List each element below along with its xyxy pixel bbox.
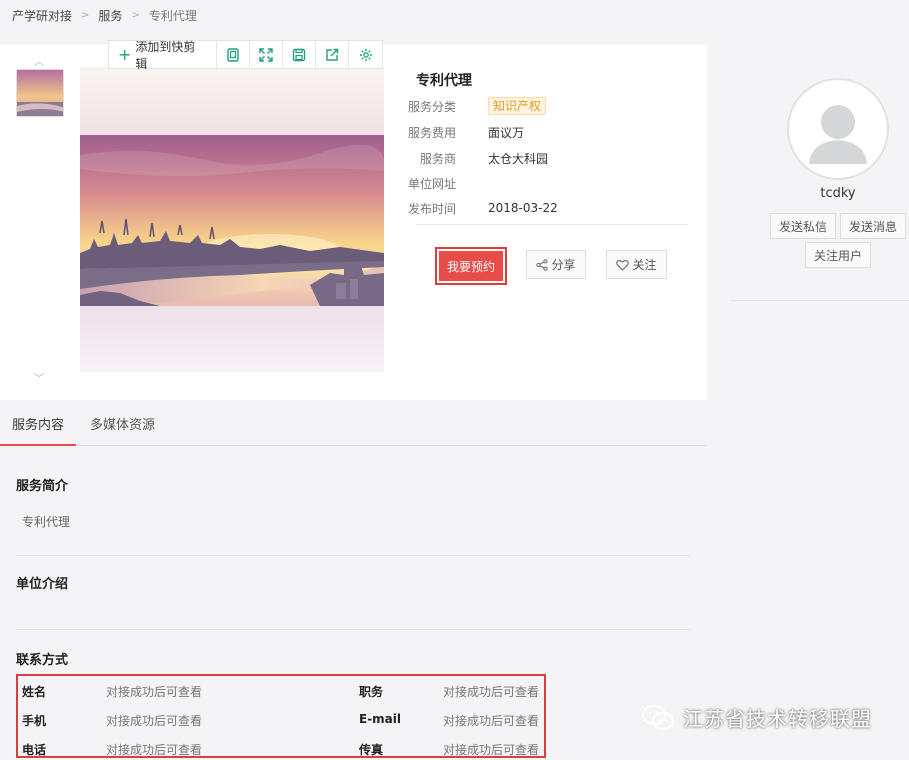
send-message-button[interactable]: 发送消息 xyxy=(840,213,906,239)
share-label: 分享 xyxy=(551,258,576,272)
book-button[interactable]: 我要预约 xyxy=(439,251,503,281)
add-to-clip-button[interactable]: + 添加到快剪辑 xyxy=(109,40,218,71)
breadcrumb-item-research[interactable]: 产学研对接 xyxy=(12,7,72,24)
watermark-text: 江苏省技术转移联盟 xyxy=(683,707,872,731)
info-row-date: 发布时间 2018-03-22 xyxy=(400,199,558,217)
info-row-provider: 服务商 太仓大科园 xyxy=(400,149,548,167)
service-photo xyxy=(80,67,384,372)
add-to-clip-label: 添加到快剪辑 xyxy=(135,39,196,71)
contact-position-value: 对接成功后可查看 xyxy=(443,685,540,699)
tab-multimedia[interactable]: 多媒体资源 xyxy=(78,405,167,446)
service-intro-title: 服务简介 xyxy=(16,479,69,494)
section-divider xyxy=(16,629,690,630)
wechat-watermark: 江苏省技术转移联盟 xyxy=(641,703,872,732)
thumbnail-scroll-up-icon[interactable]: ︿ xyxy=(32,56,46,67)
share-out-button[interactable] xyxy=(316,41,350,68)
follow-button[interactable]: 关注 xyxy=(606,250,667,279)
side-divider xyxy=(731,300,909,301)
publish-date-label: 发布时间 xyxy=(407,201,456,216)
harbor-city-image xyxy=(80,135,384,306)
tab-service-content[interactable]: 服务内容 xyxy=(0,405,77,446)
save-icon xyxy=(292,48,306,61)
user-name[interactable]: tcdky xyxy=(788,186,888,201)
fullscreen-button[interactable] xyxy=(250,41,284,68)
save-button[interactable] xyxy=(283,41,317,68)
fee-label: 服务费用 xyxy=(407,125,456,140)
settings-button[interactable] xyxy=(349,41,382,68)
category-tag[interactable]: 知识产权 xyxy=(488,97,547,115)
default-avatar-icon xyxy=(791,82,885,176)
breadcrumb-item-current: 专利代理 xyxy=(148,8,197,23)
contact-fax-value: 对接成功后可查看 xyxy=(443,743,540,757)
clip-toolbar: + 添加到快剪辑 xyxy=(108,40,383,71)
breadcrumb-item-services[interactable]: 服务 xyxy=(98,7,122,24)
provider-label: 服务商 xyxy=(419,151,456,166)
avatar[interactable] xyxy=(787,78,889,180)
contact-phone-value: 对接成功后可查看 xyxy=(106,743,203,757)
content-tabs: 服务内容 多媒体资源 xyxy=(0,405,707,446)
contact-email-value: 对接成功后可查看 xyxy=(443,714,540,728)
info-divider xyxy=(416,224,688,225)
thumbnail-image[interactable] xyxy=(16,69,64,117)
contact-mobile-value: 对接成功后可查看 xyxy=(106,714,203,728)
gear-icon xyxy=(359,48,372,61)
breadcrumb-separator: > xyxy=(131,9,140,21)
bookmark-icon xyxy=(227,47,239,62)
provider-value: 太仓大科园 xyxy=(488,151,549,166)
follow-user-button[interactable]: 关注用户 xyxy=(805,242,871,268)
contact-fax-label: 传真 xyxy=(359,743,384,757)
info-row-category: 服务分类 知识产权 xyxy=(400,97,547,115)
contact-name-label: 姓名 xyxy=(22,685,47,699)
service-intro-text: 专利代理 xyxy=(22,515,71,529)
category-label: 服务分类 xyxy=(407,99,456,114)
contact-title: 联系方式 xyxy=(16,653,69,668)
section-divider xyxy=(16,555,690,556)
contact-phone-label: 电话 xyxy=(22,743,47,757)
org-intro-title: 单位介绍 xyxy=(16,577,69,592)
thumbnail-scroll-down-icon[interactable]: ﹀ xyxy=(32,373,46,384)
contact-mobile-label: 手机 xyxy=(22,714,47,728)
info-row-website: 单位网址 xyxy=(400,174,488,192)
breadcrumb: 产学研对接 > 服务 > 专利代理 xyxy=(12,7,197,23)
fee-value: 面议万 xyxy=(488,125,525,140)
contact-name-value: 对接成功后可查看 xyxy=(106,685,203,699)
contact-position-label: 职务 xyxy=(359,685,384,699)
info-row-fee: 服务费用 面议万 xyxy=(400,123,524,141)
follow-label: 关注 xyxy=(632,258,657,272)
book-button-highlight: 我要预约 xyxy=(435,247,507,285)
wechat-icon xyxy=(642,704,674,730)
website-label: 单位网址 xyxy=(407,176,456,191)
share-button[interactable]: 分享 xyxy=(526,250,586,279)
publish-date-value: 2018-03-22 xyxy=(488,201,558,215)
contact-email-label: E-mail xyxy=(359,712,402,726)
bookmark-button[interactable] xyxy=(217,41,251,68)
plus-icon: + xyxy=(118,44,132,64)
service-title: 专利代理 xyxy=(416,73,472,89)
private-message-button[interactable]: 发送私信 xyxy=(770,213,836,239)
share-out-icon xyxy=(326,48,339,61)
heart-icon xyxy=(616,259,630,271)
share-icon xyxy=(536,258,549,271)
expand-icon xyxy=(259,47,273,62)
breadcrumb-separator: > xyxy=(81,9,90,21)
